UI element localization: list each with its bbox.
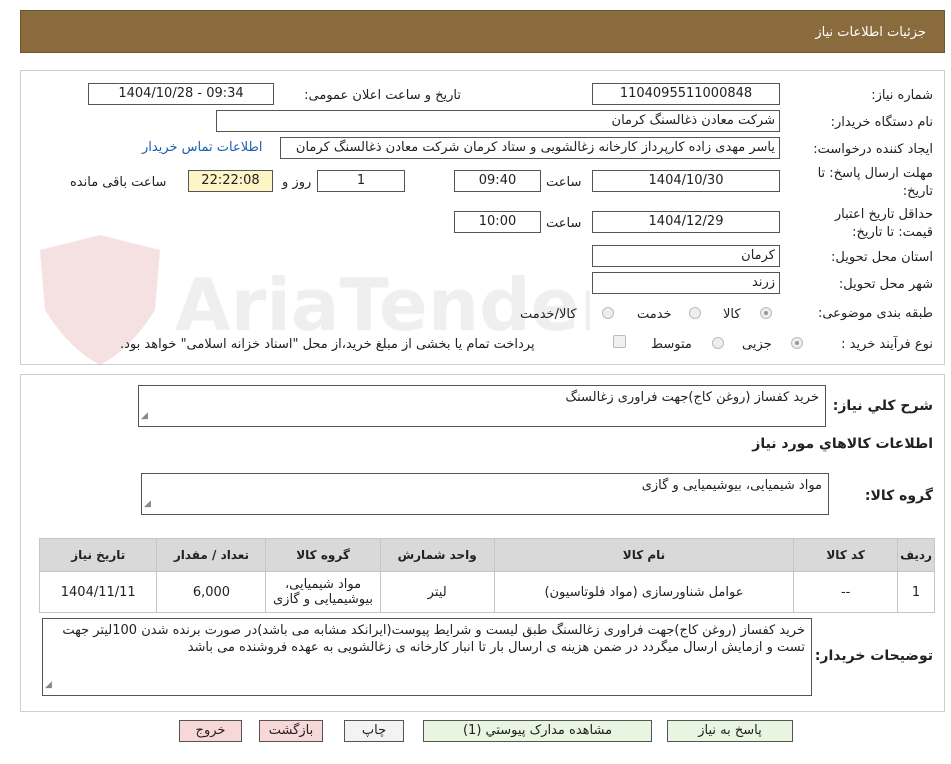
- deadline-time-field: 09:40: [454, 170, 541, 192]
- cell-need-date: 1404/11/11: [38, 571, 158, 613]
- city-field: زرند: [592, 272, 780, 294]
- buyer-notes-label: توضیحات خریدار:: [814, 648, 933, 664]
- resize-grip-icon[interactable]: ◢: [141, 408, 148, 425]
- resize-grip-icon[interactable]: ◢: [45, 677, 52, 694]
- resize-grip-icon[interactable]: ◢: [144, 496, 151, 513]
- col-unit: واحد شمارش: [379, 538, 495, 572]
- page-title: جزئیات اطلاعات نیاز: [815, 25, 926, 40]
- cell-unit: لیتر: [379, 571, 495, 613]
- back-button[interactable]: بازگشت: [259, 720, 323, 742]
- cell-group: مواد شیمیایی، بیوشیمیایی و گازی: [265, 571, 381, 613]
- validity-time-field: 10:00: [454, 211, 541, 233]
- treasury-payment-note: پرداخت تمام یا بخشی از مبلغ خرید،از محل …: [120, 337, 535, 352]
- category-radio-goods[interactable]: [760, 307, 772, 319]
- category-label: طبقه بندی موضوعی:: [817, 306, 933, 321]
- deadline-date-field: 1404/10/30: [592, 170, 780, 192]
- cell-row-number: 1: [897, 571, 935, 613]
- print-button[interactable]: چاپ: [344, 720, 404, 742]
- deadline-label-line1: مهلت ارسال پاسخ: تا: [817, 166, 933, 181]
- category-radio-service[interactable]: [689, 307, 701, 319]
- buyer-org-label: نام دستگاه خریدار:: [830, 115, 933, 130]
- process-radio-minor[interactable]: [791, 337, 803, 349]
- process-radio-medium[interactable]: [712, 337, 724, 349]
- requester-field: یاسر مهدی زاده کارپرداز کارخانه زغالشویی…: [280, 137, 780, 159]
- category-radio-goods-service[interactable]: [602, 307, 614, 319]
- col-need-date: تاريخ نياز: [38, 538, 158, 572]
- process-label: نوع فرآیند خرید :: [841, 337, 933, 352]
- goods-group-label: گروه کالا:: [864, 488, 933, 504]
- col-item-name: نام کالا: [493, 538, 795, 572]
- reply-button[interactable]: پاسخ به نیاز: [667, 720, 793, 742]
- col-item-code: کد کالا: [793, 538, 899, 572]
- validity-label-line2: قیمت: تا تاریخ:: [852, 225, 933, 240]
- treasury-payment-checkbox[interactable]: [613, 335, 626, 348]
- goods-group-text: مواد شیمیایی، بیوشیمیایی و گازی: [641, 478, 822, 493]
- province-field: کرمان: [592, 245, 780, 267]
- validity-date-field: 1404/12/29: [592, 211, 780, 233]
- cell-item-code: --: [793, 571, 899, 613]
- city-label: شهر محل تحویل:: [838, 277, 933, 292]
- announce-label: تاریخ و ساعت اعلان عمومی:: [304, 88, 461, 103]
- goods-table: رديف کد کالا نام کالا واحد شمارش گروه کا…: [38, 538, 935, 613]
- deadline-time-label: ساعت: [546, 175, 582, 190]
- goods-info-title: اطلاعات کالاهاي مورد نياز: [752, 436, 933, 452]
- goods-group-textarea[interactable]: مواد شیمیایی، بیوشیمیایی و گازی ◢: [141, 473, 829, 515]
- summary-label: شرح کلي نياز:: [832, 398, 933, 414]
- col-row-number: رديف: [897, 538, 935, 572]
- time-remaining-label: ساعت باقی مانده: [70, 175, 167, 190]
- cell-item-name: عوامل شناورسازی (مواد فلوتاسیون): [493, 571, 795, 613]
- category-option-goods-service: کالا/خدمت: [520, 307, 577, 322]
- process-option-minor: جزیی: [742, 337, 772, 352]
- exit-button[interactable]: خروج: [179, 720, 242, 742]
- category-option-goods: کالا: [723, 307, 741, 322]
- deadline-label-line2: تاریخ:: [902, 184, 933, 199]
- buyer-org-field: شرکت معادن ذغالسنگ کرمان: [216, 110, 780, 132]
- table-row: 1 -- عوامل شناورسازی (مواد فلوتاسیون) لی…: [38, 571, 935, 613]
- need-number-label: شماره نیاز:: [871, 88, 933, 103]
- buyer-contact-link[interactable]: اطلاعات تماس خریدار: [142, 140, 262, 155]
- page-header: جزئیات اطلاعات نیاز: [20, 10, 945, 53]
- days-remaining-field: 1: [317, 170, 405, 192]
- process-option-medium: متوسط: [651, 337, 692, 352]
- col-quantity: تعداد / مقدار: [156, 538, 267, 572]
- requester-label: ایجاد کننده درخواست:: [813, 142, 933, 157]
- table-header-row: رديف کد کالا نام کالا واحد شمارش گروه کا…: [38, 538, 935, 572]
- view-attachments-button[interactable]: مشاهده مدارک پیوستي (1): [423, 720, 652, 742]
- need-number-field: 1104095511000848: [592, 83, 780, 105]
- time-remaining-field: 22:22:08: [188, 170, 273, 192]
- validity-time-label: ساعت: [546, 216, 582, 231]
- col-group: گروه کالا: [265, 538, 381, 572]
- category-option-service: خدمت: [637, 307, 672, 322]
- days-label: روز و: [282, 175, 312, 190]
- cell-quantity: 6,000: [156, 571, 267, 613]
- validity-label-line1: حداقل تاریخ اعتبار: [834, 207, 933, 222]
- buyer-notes-textarea[interactable]: خرید کفساز (روغن کاج)جهت فراوری زغالسنگ …: [42, 618, 812, 696]
- buyer-notes-text: خرید کفساز (روغن کاج)جهت فراوری زغالسنگ …: [62, 623, 805, 655]
- province-label: استان محل تحویل:: [831, 250, 933, 265]
- summary-textarea[interactable]: خرید کفساز (روغن کاج)جهت فراوری زغالسنگ …: [138, 385, 826, 427]
- announce-field: 1404/10/28 - 09:34: [88, 83, 274, 105]
- summary-text: خرید کفساز (روغن کاج)جهت فراوری زغالسنگ: [565, 390, 819, 405]
